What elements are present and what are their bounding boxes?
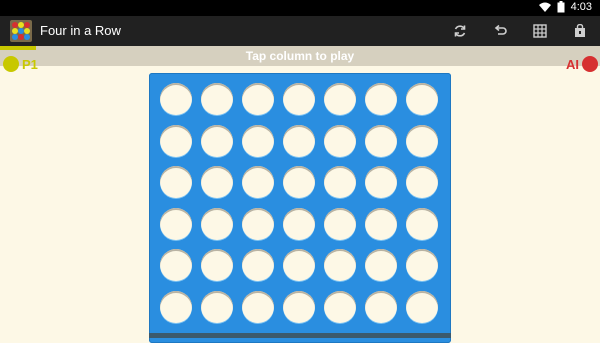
board-cell[interactable] — [201, 290, 233, 323]
board-cell[interactable] — [365, 124, 397, 157]
board-cell[interactable] — [160, 124, 192, 157]
board-cell[interactable] — [201, 83, 233, 115]
board-cell[interactable] — [324, 83, 356, 115]
board-cell[interactable] — [365, 166, 397, 198]
board-cell[interactable] — [242, 166, 274, 198]
app-logo-icon — [10, 20, 32, 42]
action-bar: Four in a Row — [0, 16, 600, 46]
store-button[interactable] — [560, 16, 600, 46]
board-cell[interactable] — [160, 83, 192, 115]
game-board[interactable] — [149, 73, 451, 343]
shopping-bag-icon — [575, 24, 585, 37]
turn-banner: Tap column to play — [0, 46, 600, 66]
board-cell[interactable] — [242, 290, 274, 323]
board-cell[interactable] — [160, 249, 192, 281]
board-cell[interactable] — [242, 207, 274, 240]
board-size-button[interactable] — [520, 16, 560, 46]
refresh-icon — [454, 25, 466, 37]
board-cell[interactable] — [406, 249, 438, 281]
board-cell[interactable] — [283, 166, 315, 198]
board-cell[interactable] — [160, 207, 192, 240]
player1-turn-indicator — [0, 46, 36, 50]
action-icons — [440, 16, 600, 46]
board-cell[interactable] — [242, 249, 274, 281]
board-cell[interactable] — [283, 290, 315, 323]
grid-icon — [533, 24, 547, 38]
board-cell[interactable] — [160, 166, 192, 198]
status-bar: 4:03 — [0, 0, 600, 16]
board-cell[interactable] — [242, 83, 274, 115]
board-cell[interactable] — [406, 83, 438, 115]
board-cell[interactable] — [283, 249, 315, 281]
player2-disc-icon — [582, 56, 598, 72]
undo-icon — [494, 24, 507, 35]
board-cell[interactable] — [283, 83, 315, 115]
player2-label-group: AI — [566, 56, 598, 72]
board-cell[interactable] — [365, 249, 397, 281]
board-cell[interactable] — [201, 207, 233, 240]
board-cell[interactable] — [201, 249, 233, 281]
board-cell[interactable] — [365, 83, 397, 115]
board-cell[interactable] — [324, 290, 356, 323]
undo-button[interactable] — [480, 16, 520, 46]
board-cell[interactable] — [406, 290, 438, 323]
clock: 4:03 — [570, 1, 592, 13]
board-cell[interactable] — [201, 124, 233, 157]
restart-button[interactable] — [440, 16, 480, 46]
board-cell[interactable] — [324, 124, 356, 157]
board-cell[interactable] — [160, 290, 192, 323]
board-cell[interactable] — [324, 249, 356, 281]
board-cell[interactable] — [283, 124, 315, 157]
turn-message: Tap column to play — [245, 49, 355, 63]
board-cell[interactable] — [242, 124, 274, 157]
board-cell[interactable] — [365, 290, 397, 323]
board-cell[interactable] — [406, 166, 438, 198]
board-base — [149, 333, 451, 338]
battery-icon — [557, 1, 565, 13]
board-cell[interactable] — [324, 166, 356, 198]
player1-label: P1 — [22, 56, 38, 72]
board-cell[interactable] — [406, 207, 438, 240]
board-cell[interactable] — [365, 207, 397, 240]
player1-disc-icon — [3, 56, 19, 72]
player1-label-group: P1 — [3, 56, 38, 72]
wifi-icon — [538, 1, 551, 13]
board-cell[interactable] — [201, 166, 233, 198]
board-cell[interactable] — [406, 124, 438, 157]
app-title: Four in a Row — [40, 23, 121, 38]
status-icons: 4:03 — [538, 1, 592, 13]
board-cell[interactable] — [283, 207, 315, 240]
board-cell[interactable] — [324, 207, 356, 240]
player2-label: AI — [566, 56, 579, 72]
